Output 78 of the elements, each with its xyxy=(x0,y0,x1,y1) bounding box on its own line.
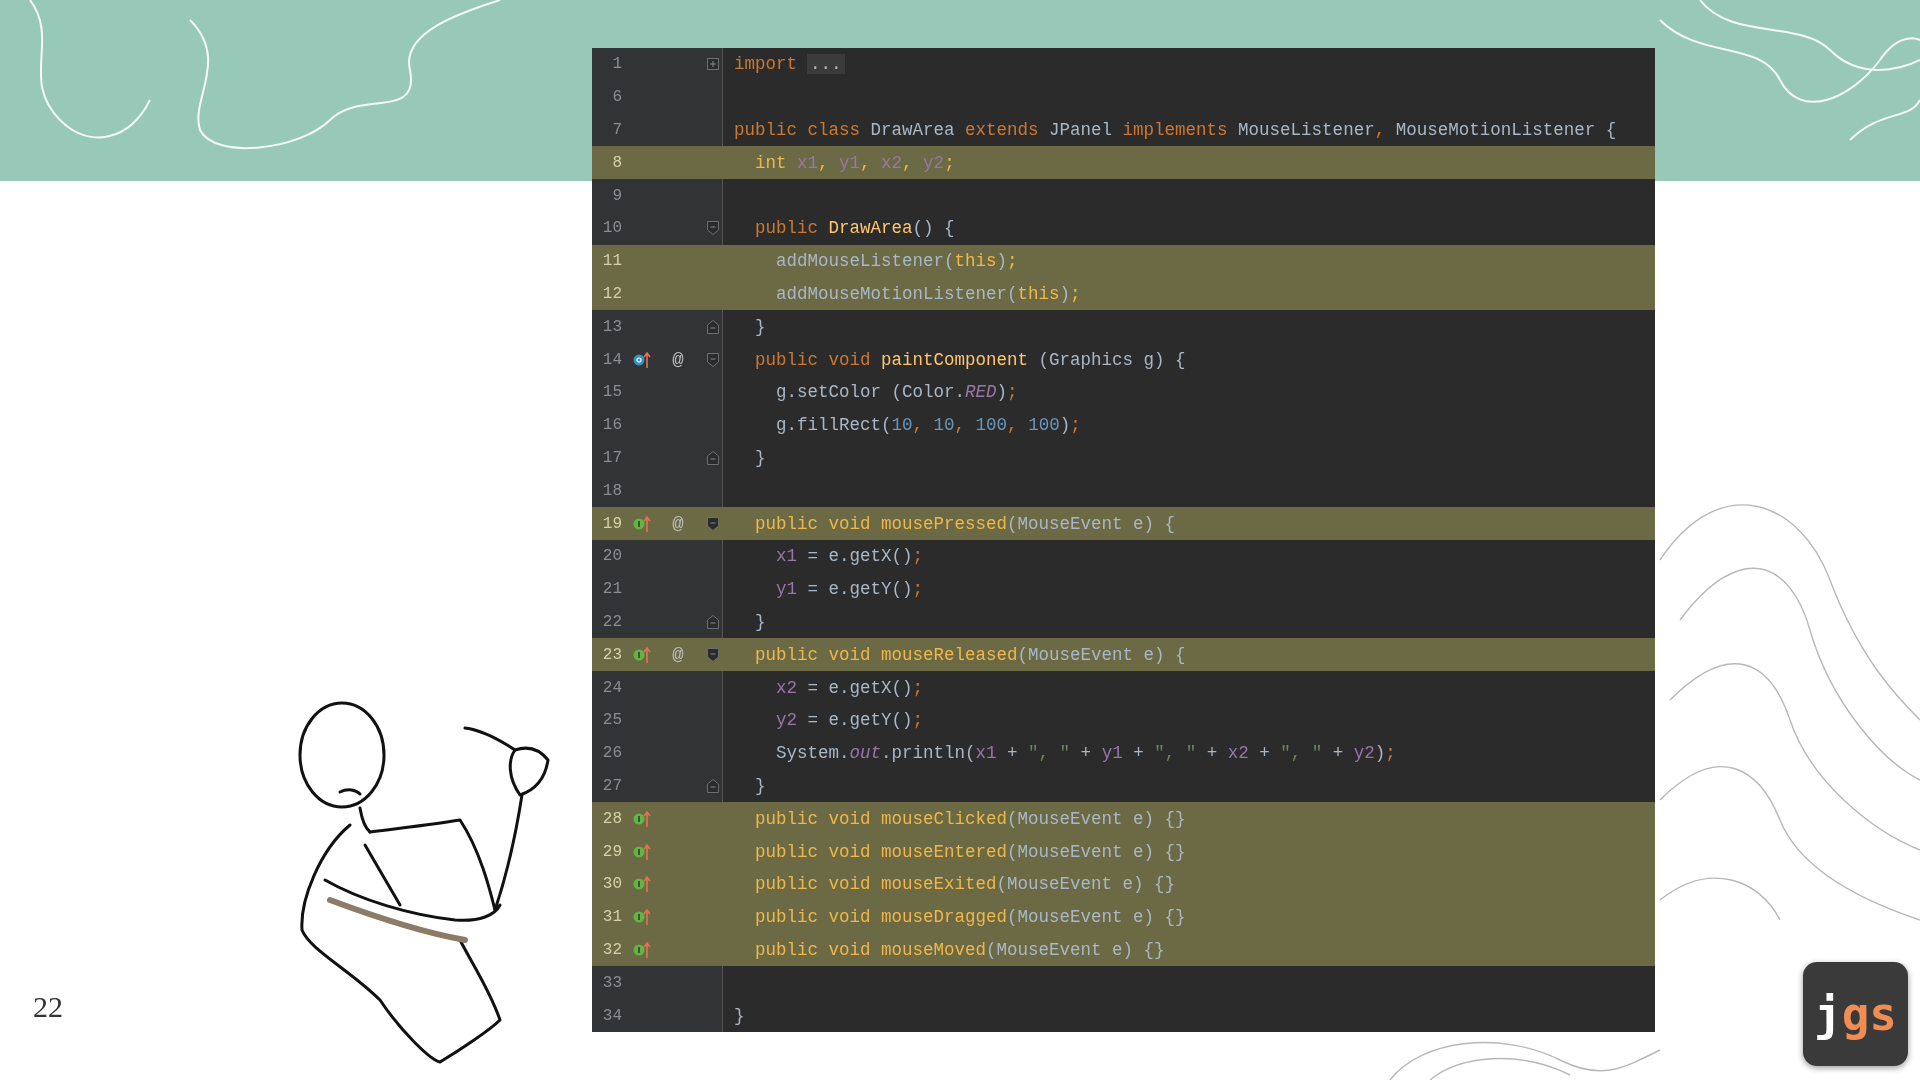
line-number: 30 xyxy=(601,875,622,894)
code-text: public void mouseClicked(MouseEvent e) {} xyxy=(754,808,1186,829)
slide-number: 22 xyxy=(33,990,63,1024)
code-text: public void mouseMoved(MouseEvent e) {} xyxy=(754,939,1165,960)
implements-method-icon[interactable] xyxy=(633,875,651,894)
line-number: 15 xyxy=(601,383,622,402)
line-number: 18 xyxy=(601,481,622,500)
line-number: 17 xyxy=(601,448,622,467)
implements-method-icon[interactable] xyxy=(633,645,651,664)
code-text: public void mouseEntered(MouseEvent e) {} xyxy=(754,841,1186,862)
line-number: 28 xyxy=(601,809,622,828)
code-text: public void paintComponent (Graphics g) { xyxy=(754,349,1186,370)
code-text: System.out.println(x1 + ", " + y1 + ", " + x2 + ", " + y2); xyxy=(775,743,1396,764)
line-number: 21 xyxy=(601,580,622,599)
line-number: 10 xyxy=(601,219,622,238)
line-number: 13 xyxy=(601,317,622,336)
code-text: } xyxy=(754,611,766,632)
logo: j gs xyxy=(1803,962,1908,1066)
line-number: 8 xyxy=(611,153,622,172)
expand-fold-icon[interactable] xyxy=(707,58,719,71)
code-text: x1 = e.getX(); xyxy=(775,546,924,567)
implements-method-icon[interactable] xyxy=(633,842,651,861)
line-number: 25 xyxy=(601,711,622,730)
line-number: 26 xyxy=(601,744,622,763)
line-number: 11 xyxy=(601,252,622,271)
line-number: 12 xyxy=(601,284,622,303)
code-text: public class DrawArea extends JPanel implements MouseListener, MouseMotionListener { xyxy=(734,120,1617,140)
annotation-marker[interactable]: @ xyxy=(672,512,684,535)
code-text: public void mouseDragged(MouseEvent e) {} xyxy=(754,907,1186,928)
line-number: 16 xyxy=(601,416,622,435)
code-text: g.setColor (Color.RED); xyxy=(775,382,1018,403)
line-number: 9 xyxy=(611,186,622,205)
fold-end-icon[interactable] xyxy=(707,614,719,629)
code-text: public void mouseReleased(MouseEvent e) { xyxy=(754,644,1186,665)
line-number: 6 xyxy=(611,88,622,107)
code-text: } xyxy=(754,775,766,796)
code-text: addMouseListener(this); xyxy=(775,251,1018,272)
annotation-marker[interactable]: @ xyxy=(672,643,684,666)
line-number: 19 xyxy=(601,514,622,533)
line-number: 7 xyxy=(611,121,622,139)
line-number: 20 xyxy=(601,547,622,566)
code-text: y1 = e.getY(); xyxy=(775,579,924,600)
code-text: } xyxy=(754,316,766,337)
implements-method-icon[interactable] xyxy=(633,809,651,828)
line-number: 31 xyxy=(601,908,622,927)
line-number: 32 xyxy=(601,940,622,959)
line-number: 23 xyxy=(601,645,622,664)
collapse-fold-icon[interactable] xyxy=(707,221,719,236)
code-text: addMouseMotionListener(this); xyxy=(775,283,1081,304)
line-number: 1 xyxy=(611,55,622,74)
line-number: 14 xyxy=(601,350,622,369)
code-text: public DrawArea() { xyxy=(754,218,955,239)
line-number: 33 xyxy=(601,973,622,992)
code-text: int x1, y1, x2, y2; xyxy=(754,152,955,173)
implements-method-icon[interactable] xyxy=(633,940,651,959)
line-number: 27 xyxy=(601,776,622,795)
line-number: 24 xyxy=(601,678,622,697)
code-text: public void mouseExited(MouseEvent e) {} xyxy=(754,874,1176,895)
collapse-fold-icon[interactable] xyxy=(707,516,719,531)
fold-end-icon[interactable] xyxy=(707,319,719,334)
implements-method-icon[interactable] xyxy=(633,908,651,927)
code-text: } xyxy=(754,447,766,468)
overrides-method-icon[interactable] xyxy=(633,350,651,369)
line-number: 29 xyxy=(601,842,622,861)
code-text: } xyxy=(734,1005,745,1026)
line-number: 22 xyxy=(601,612,622,631)
collapse-fold-icon[interactable] xyxy=(707,647,719,662)
implements-method-icon[interactable] xyxy=(633,514,651,533)
collapse-fold-icon[interactable] xyxy=(707,352,719,367)
line-number: 34 xyxy=(601,1006,622,1025)
code-text: x2 = e.getX(); xyxy=(775,677,924,698)
code-text: y2 = e.getY(); xyxy=(775,710,924,731)
fold-end-icon[interactable] xyxy=(707,450,719,465)
code-text: import ... xyxy=(734,54,845,75)
annotation-marker[interactable]: @ xyxy=(672,348,684,371)
code-text: public void mousePressed(MouseEvent e) { xyxy=(754,513,1176,534)
code-text: g.fillRect(10, 10, 100, 100); xyxy=(775,415,1081,436)
fold-end-icon[interactable] xyxy=(707,778,719,793)
